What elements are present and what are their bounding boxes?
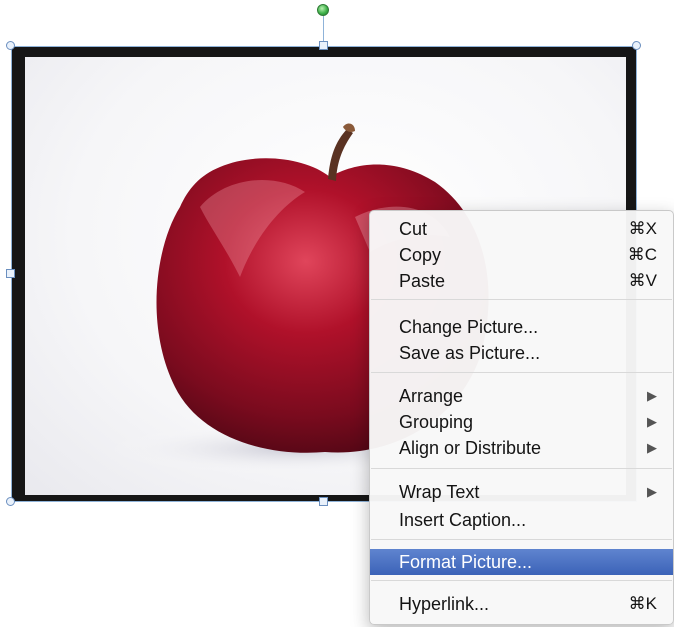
resize-handle-top[interactable] bbox=[319, 41, 328, 50]
menu-separator bbox=[371, 299, 672, 300]
context-menu: Cut ⌘X Copy ⌘C Paste ⌘V Change Picture..… bbox=[369, 210, 674, 625]
menu-separator bbox=[371, 372, 672, 373]
menu-item-label: Copy bbox=[399, 244, 442, 265]
menu-item-save-as-picture[interactable]: Save as Picture... bbox=[370, 340, 673, 366]
menu-item-insert-caption[interactable]: Insert Caption... bbox=[370, 507, 673, 533]
menu-separator bbox=[371, 539, 672, 540]
resize-handle-bottom-left[interactable] bbox=[6, 497, 15, 506]
menu-item-label: Insert Caption... bbox=[399, 509, 527, 530]
menu-item-label: Paste bbox=[399, 270, 446, 291]
menu-item-paste[interactable]: Paste ⌘V bbox=[370, 268, 673, 294]
shortcut-label: ⌘C bbox=[627, 245, 657, 264]
rotate-stem bbox=[323, 14, 324, 42]
menu-item-label: Change Picture... bbox=[399, 316, 539, 337]
resize-handle-top-right[interactable] bbox=[632, 41, 641, 50]
menu-item-label: Align or Distribute bbox=[399, 437, 542, 458]
submenu-arrow-icon: ▶ bbox=[647, 414, 657, 429]
menu-item-label: Save as Picture... bbox=[399, 342, 541, 363]
shortcut-label: ⌘V bbox=[628, 271, 657, 290]
menu-item-change-picture[interactable]: Change Picture... bbox=[370, 314, 673, 340]
menu-item-align-or-distribute[interactable]: Align or Distribute ▶ bbox=[370, 435, 673, 461]
menu-item-format-picture[interactable]: Format Picture... bbox=[370, 549, 673, 575]
menu-item-label: Arrange bbox=[399, 385, 464, 406]
menu-item-label: Hyperlink... bbox=[399, 593, 490, 614]
shortcut-label: ⌘X bbox=[628, 219, 657, 238]
resize-handle-top-left[interactable] bbox=[6, 41, 15, 50]
menu-item-label: Cut bbox=[399, 218, 428, 239]
rotate-handle[interactable] bbox=[317, 4, 329, 16]
menu-item-hyperlink[interactable]: Hyperlink... ⌘K bbox=[370, 591, 673, 617]
menu-item-label: Grouping bbox=[399, 411, 474, 432]
submenu-arrow-icon: ▶ bbox=[647, 440, 657, 455]
menu-item-wrap-text[interactable]: Wrap Text ▶ bbox=[370, 479, 673, 505]
shortcut-label: ⌘K bbox=[628, 594, 657, 613]
menu-item-cut[interactable]: Cut ⌘X bbox=[370, 216, 673, 242]
menu-item-label: Format Picture... bbox=[399, 551, 533, 572]
menu-item-copy[interactable]: Copy ⌘C bbox=[370, 242, 673, 268]
menu-item-arrange[interactable]: Arrange ▶ bbox=[370, 383, 673, 409]
resize-handle-left[interactable] bbox=[6, 269, 15, 278]
menu-item-label: Wrap Text bbox=[399, 481, 480, 502]
submenu-arrow-icon: ▶ bbox=[647, 484, 657, 499]
resize-handle-bottom[interactable] bbox=[319, 497, 328, 506]
submenu-arrow-icon: ▶ bbox=[647, 388, 657, 403]
menu-separator bbox=[371, 580, 672, 581]
menu-item-grouping[interactable]: Grouping ▶ bbox=[370, 409, 673, 435]
menu-separator bbox=[371, 468, 672, 469]
